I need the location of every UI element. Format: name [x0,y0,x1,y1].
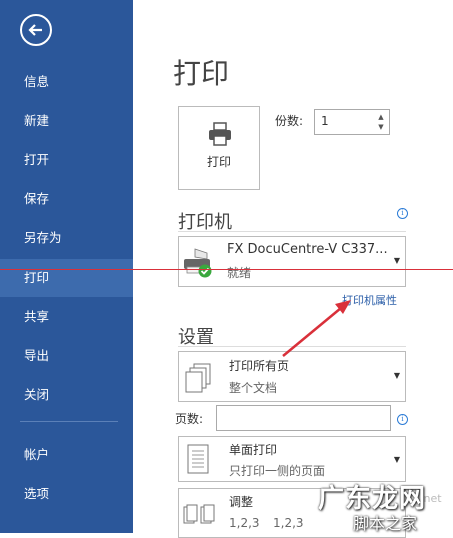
annotation-line [0,269,453,270]
nav-save-as[interactable]: 另存为 [0,219,133,257]
pages-input[interactable] [216,405,391,431]
chevron-down-icon: ▼ [393,455,400,464]
page-title: 打印 [173,57,230,90]
spin-down-icon[interactable]: ▼ [376,123,386,131]
collate-sequence-2: 1,2,3 [273,516,304,530]
print-pane: 打印 打印 份数: 1 ▲ ▼ 打印机 i FX DocuCentre-V C3… [133,0,453,538]
print-range-subtitle: 整个文档 [229,381,278,395]
copies-stepper[interactable]: 1 ▲ ▼ [314,109,390,135]
copies-value: 1 [321,114,329,128]
sidebar-divider [20,421,118,422]
nav-save[interactable]: 保存 [0,180,133,218]
copies-label: 份数: [275,114,304,128]
printer-dropdown[interactable]: FX DocuCentre-V C337... 就绪 ▼ [178,236,406,287]
back-arrow-icon[interactable] [20,14,52,46]
nav-close[interactable]: 关闭 [0,376,133,414]
collate-sequence-1: 1,2,3 [229,516,260,530]
printer-ready-icon [184,248,212,278]
nav-open[interactable]: 打开 [0,141,133,179]
info-icon[interactable]: i [397,414,408,425]
nav-export[interactable]: 导出 [0,337,133,375]
nav-print[interactable]: 打印 [0,259,133,297]
info-icon[interactable]: i [397,208,408,219]
nav-new[interactable]: 新建 [0,102,133,140]
single-sided-icon [187,444,209,474]
watermark-logo-sub: 脚本之家 [353,514,418,533]
spin-up-icon[interactable]: ▲ [376,113,386,121]
nav-options[interactable]: 选项 [0,475,133,513]
pages-label: 页数: [175,412,204,426]
printer-icon [209,122,231,146]
nav-share[interactable]: 共享 [0,298,133,336]
printer-status: 就绪 [227,266,252,280]
sides-subtitle: 只打印一侧的页面 [229,464,326,478]
printer-name: FX DocuCentre-V C337... [227,242,388,257]
collate-title: 调整 [229,495,254,509]
divider [178,231,406,232]
chevron-down-icon: ▼ [393,371,400,380]
backstage-sidebar: 信息 新建 打开 保存 另存为 打印 共享 导出 关闭 帐户 选项 [0,0,133,533]
collate-icon [183,504,215,524]
print-button[interactable]: 打印 [178,106,260,190]
sides-title: 单面打印 [229,443,278,457]
annotation-arrow [282,300,351,357]
print-button-label: 打印 [206,155,231,169]
nav-account[interactable]: 帐户 [0,436,133,474]
nav-info[interactable]: 信息 [0,63,133,101]
sides-dropdown[interactable]: 单面打印 只打印一侧的页面 ▼ [178,436,406,482]
pages-icon [185,363,211,393]
chevron-down-icon: ▼ [393,256,400,265]
